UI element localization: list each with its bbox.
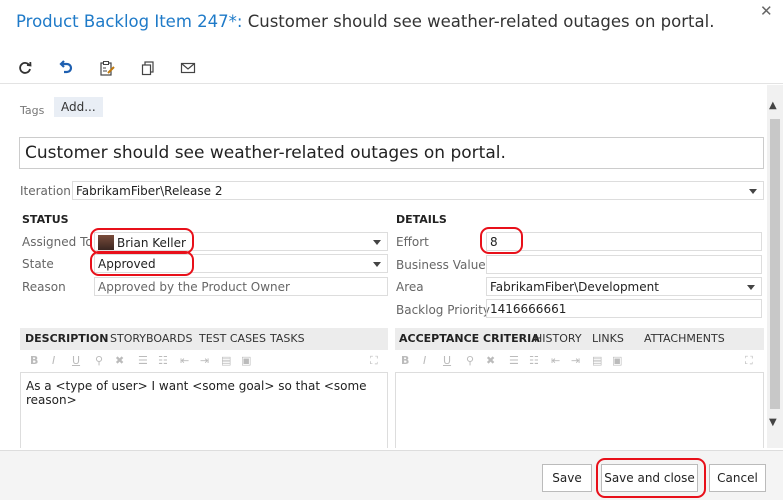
bold-button[interactable]: B (30, 354, 38, 367)
effort-highlight (480, 227, 523, 254)
effort-field[interactable]: 8 (486, 232, 762, 251)
numbered-list-icon[interactable]: ☷ (529, 354, 539, 367)
save-and-close-highlight (596, 458, 706, 498)
acceptance-criteria-editor[interactable] (395, 372, 764, 448)
area-field[interactable]: FabrikamFiber\Development (486, 277, 762, 296)
scrollbar-thumb[interactable] (770, 119, 780, 409)
dialog-footer: Save Save and close Cancel (0, 450, 783, 500)
bullet-list-icon[interactable]: ☰ (138, 354, 148, 367)
vertical-scrollbar[interactable]: ▲ ▼ (767, 85, 783, 448)
mail-icon[interactable] (177, 57, 199, 79)
item-title-heading: Customer should see weather-related outa… (247, 12, 715, 31)
image-icon[interactable]: ▣ (241, 354, 251, 367)
backlog-priority-label: Backlog Priority (396, 303, 490, 317)
italic-button[interactable]: I (52, 354, 55, 367)
reason-field[interactable]: Approved by the Product Owner (94, 277, 388, 296)
link-remove-icon[interactable]: ✖ (486, 354, 495, 367)
business-value-label: Business Value (396, 258, 486, 272)
add-tag-button[interactable]: Add... (54, 97, 103, 117)
state-highlight (90, 251, 194, 276)
area-value: FabrikamFiber\Development (490, 280, 659, 294)
save-button[interactable]: Save (542, 464, 592, 492)
indent-icon[interactable]: ⇥ (200, 354, 209, 367)
description-editor[interactable]: As a <type of user> I want <some goal> s… (20, 372, 388, 448)
bold-button[interactable]: B (401, 354, 409, 367)
chevron-down-icon[interactable] (747, 285, 755, 290)
close-icon[interactable]: ✕ (760, 2, 773, 20)
reason-value: Approved by the Product Owner (98, 280, 290, 294)
state-label: State (22, 257, 54, 271)
copy-icon[interactable] (137, 57, 159, 79)
tab-links[interactable]: LINKS (592, 332, 624, 345)
tab-description[interactable]: DESCRIPTION (25, 332, 108, 345)
underline-button[interactable]: U (72, 354, 80, 367)
image-icon[interactable]: ▣ (612, 354, 622, 367)
right-tabs-bar: ACCEPTANCE CRITERIA HISTORY LINKS ATTACH… (395, 328, 764, 350)
expand-icon[interactable]: ⛶ (370, 354, 378, 368)
link-remove-icon[interactable]: ✖ (115, 354, 124, 367)
iteration-value: FabrikamFiber\Release 2 (76, 184, 223, 198)
underline-button[interactable]: U (443, 354, 451, 367)
right-format-toolbar: B I U ⚲ ✖ ☰ ☷ ⇤ ⇥ ▤ ▣ ⛶ (395, 350, 764, 372)
cancel-button[interactable]: Cancel (709, 464, 766, 492)
tab-attachments[interactable]: ATTACHMENTS (644, 332, 725, 345)
iteration-label: Iteration (20, 184, 71, 198)
bullet-list-icon[interactable]: ☰ (509, 354, 519, 367)
tab-acceptance-criteria[interactable]: ACCEPTANCE CRITERIA (399, 332, 540, 345)
chevron-down-icon[interactable] (749, 189, 757, 194)
scroll-up-icon[interactable]: ▲ (769, 100, 777, 111)
form-scroll-area: Tags Add... Customer should see weather-… (0, 85, 767, 448)
status-heading: STATUS (22, 213, 69, 226)
details-heading: DETAILS (396, 213, 447, 226)
undo-icon[interactable] (55, 57, 77, 79)
italic-button[interactable]: I (423, 354, 426, 367)
tab-history[interactable]: HISTORY (534, 332, 582, 345)
reason-label: Reason (22, 280, 66, 294)
title-input[interactable]: Customer should see weather-related outa… (19, 137, 764, 169)
outdent-icon[interactable]: ⇤ (180, 354, 189, 367)
left-tabs-bar: DESCRIPTION STORYBOARDS TEST CASES TASKS (20, 328, 388, 350)
left-format-toolbar: B I U ⚲ ✖ ☰ ☷ ⇤ ⇥ ▤ ▣ ⛶ (20, 350, 388, 372)
numbered-list-icon[interactable]: ☷ (158, 354, 168, 367)
business-value-field[interactable] (486, 255, 762, 274)
scroll-down-icon[interactable]: ▼ (769, 417, 777, 428)
area-label: Area (396, 280, 424, 294)
tab-tasks[interactable]: TASKS (270, 332, 305, 345)
indent-icon[interactable]: ⇥ (571, 354, 580, 367)
toolbar (0, 52, 783, 84)
refresh-icon[interactable] (14, 57, 36, 79)
chevron-down-icon[interactable] (373, 262, 381, 267)
outdent-icon[interactable]: ⇤ (551, 354, 560, 367)
highlight-icon[interactable]: ▤ (592, 354, 602, 367)
clipboard-icon[interactable] (96, 57, 118, 79)
link-add-icon[interactable]: ⚲ (466, 354, 474, 367)
dialog-title: Product Backlog Item 247*: Customer shou… (16, 12, 714, 31)
iteration-field[interactable]: FabrikamFiber\Release 2 (72, 181, 764, 200)
highlight-icon[interactable]: ▤ (221, 354, 231, 367)
backlog-priority-value: 1416666661 (490, 302, 567, 316)
chevron-down-icon[interactable] (373, 240, 381, 245)
backlog-priority-field[interactable]: 1416666661 (486, 299, 762, 318)
tab-storyboards[interactable]: STORYBOARDS (110, 332, 192, 345)
work-item-dialog: Product Backlog Item 247*: Customer shou… (0, 0, 783, 500)
expand-icon[interactable]: ⛶ (745, 354, 753, 368)
tags-label: Tags (20, 104, 45, 117)
item-id: Product Backlog Item 247*: (16, 12, 243, 31)
assigned-to-label: Assigned To (22, 235, 93, 249)
link-add-icon[interactable]: ⚲ (95, 354, 103, 367)
tab-test-cases[interactable]: TEST CASES (199, 332, 266, 345)
effort-label: Effort (396, 235, 429, 249)
